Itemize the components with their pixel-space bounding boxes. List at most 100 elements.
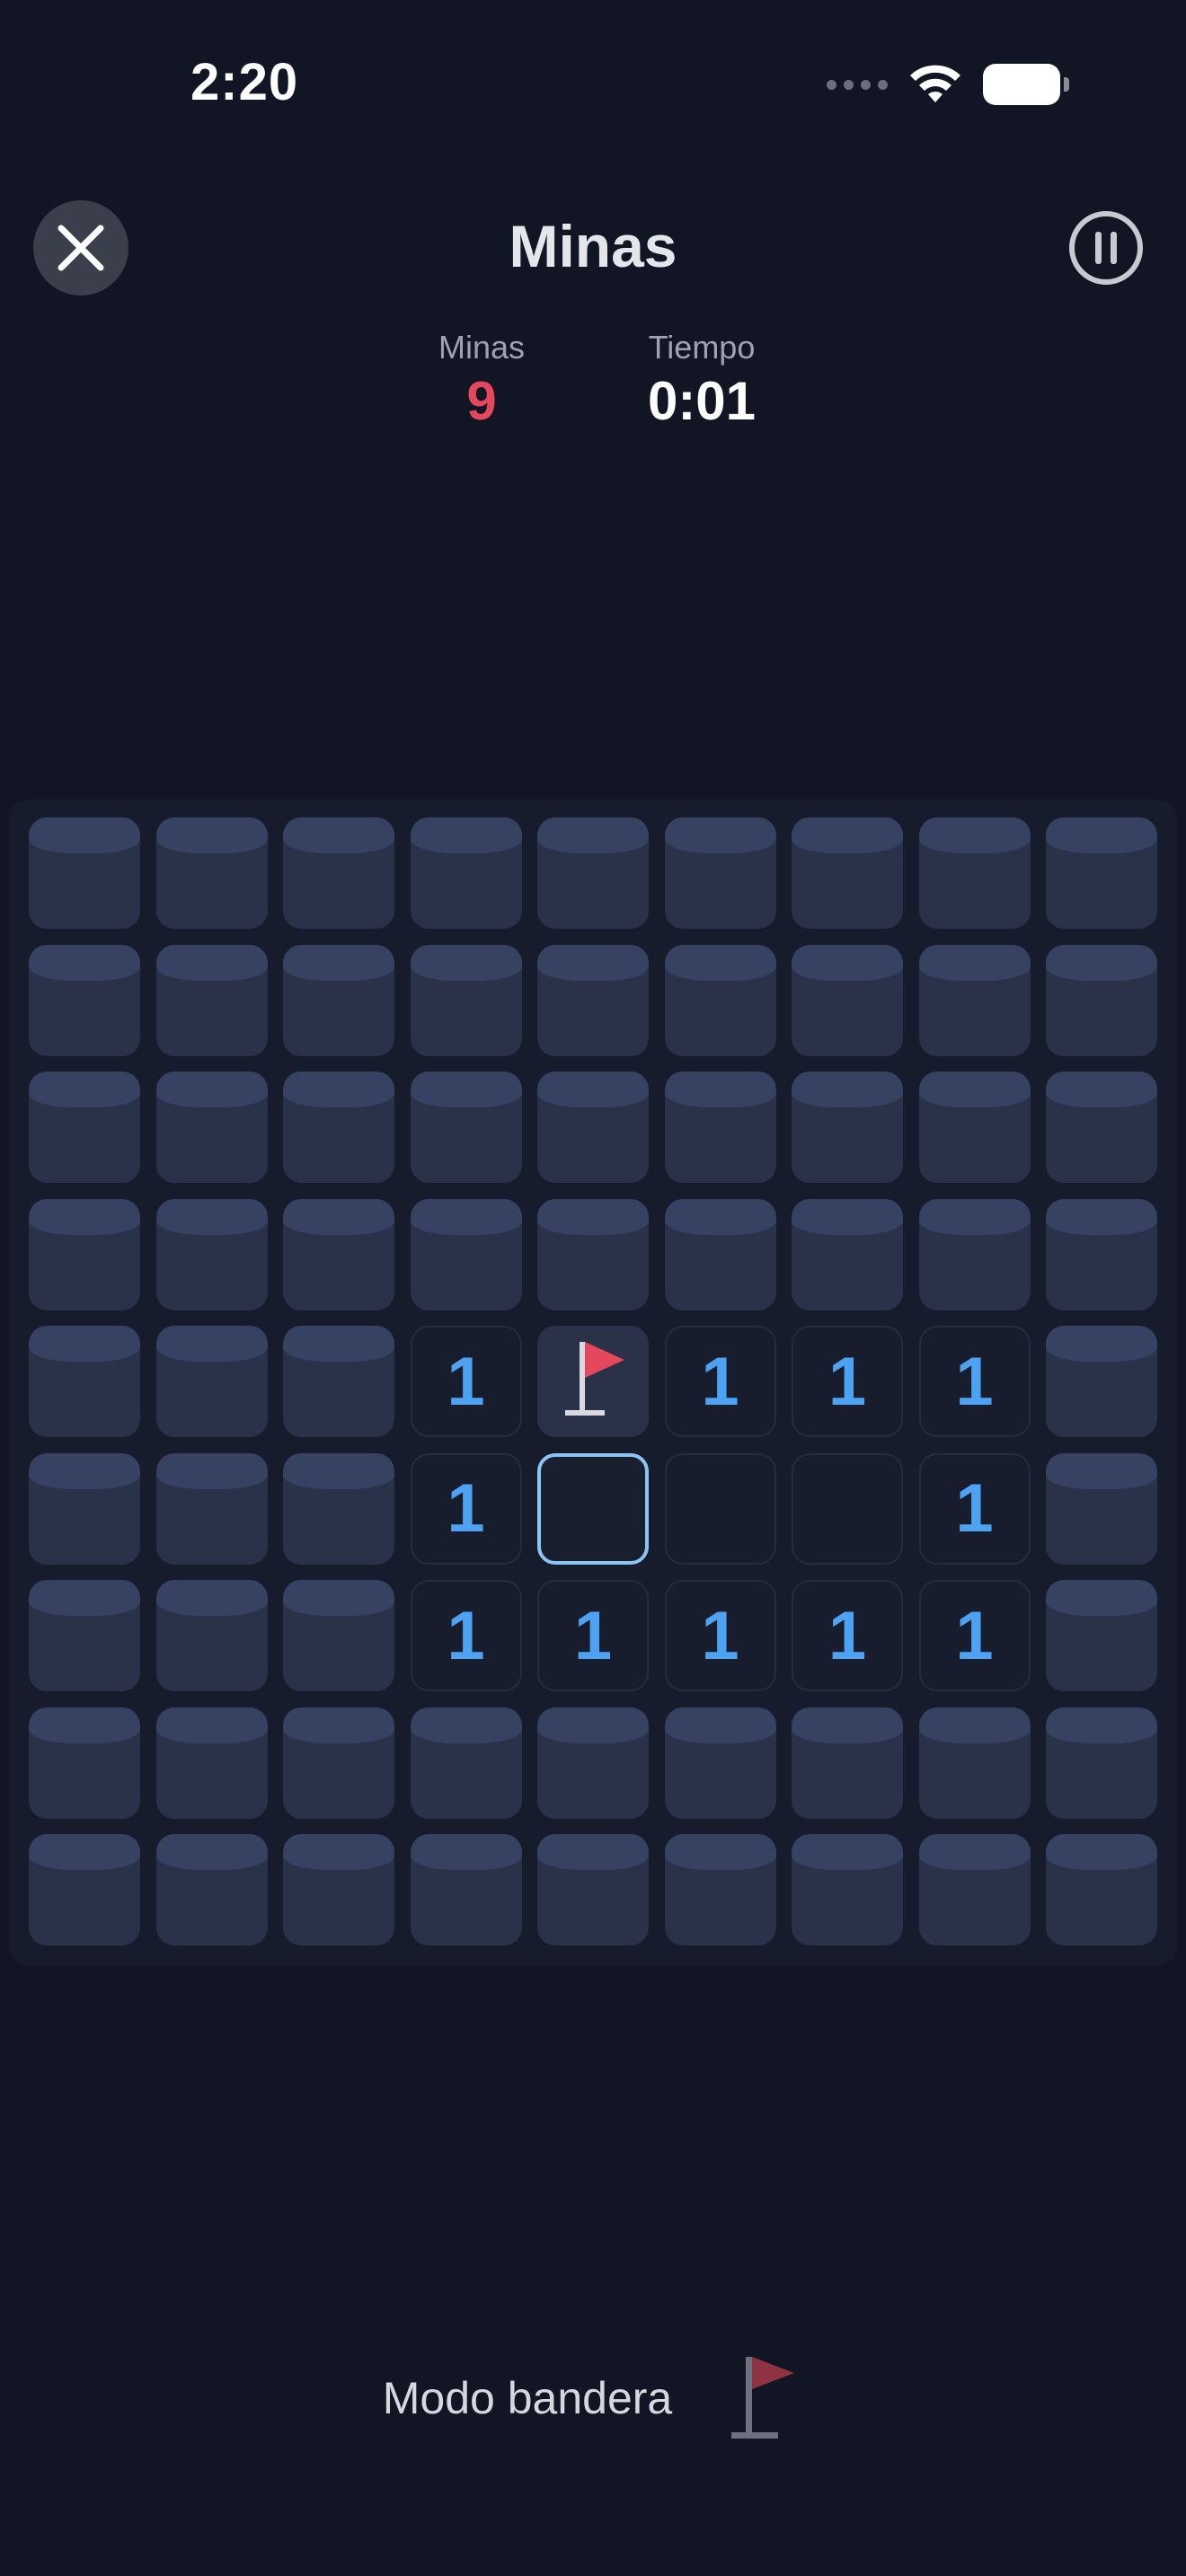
cell-hidden[interactable]	[155, 1072, 268, 1183]
cell-hidden[interactable]	[410, 944, 522, 1056]
cell-number-label: 1	[955, 1343, 994, 1420]
cell-hidden[interactable]	[155, 1326, 268, 1437]
cell-number-label: 1	[447, 1597, 485, 1674]
cell-hidden[interactable]	[410, 1707, 522, 1819]
cell-hidden[interactable]	[792, 1072, 903, 1183]
cell-number-label: 1	[701, 1343, 739, 1420]
cell-number[interactable]: 1	[537, 1580, 649, 1691]
cell-hidden[interactable]	[29, 1072, 140, 1183]
cell-hidden[interactable]	[29, 1452, 140, 1565]
cell-hidden[interactable]	[29, 944, 140, 1056]
cell-selected[interactable]	[537, 1452, 649, 1565]
cell-hidden[interactable]	[918, 1707, 1031, 1819]
cellular-signal-icon	[827, 79, 888, 90]
cell-hidden[interactable]	[410, 1072, 522, 1183]
cell-hidden[interactable]	[410, 1198, 522, 1310]
cell-empty[interactable]	[792, 1452, 903, 1565]
cell-hidden[interactable]	[537, 1072, 649, 1183]
mines-value: 9	[466, 371, 497, 431]
cell-hidden[interactable]	[29, 1198, 140, 1310]
cell-hidden[interactable]	[1046, 944, 1157, 1056]
time-value: 0:01	[647, 371, 757, 431]
cell-hidden[interactable]	[1046, 1326, 1157, 1437]
cell-empty[interactable]	[664, 1452, 776, 1565]
cell-hidden[interactable]	[664, 1072, 776, 1183]
cell-hidden[interactable]	[283, 1198, 394, 1310]
cell-number-label: 1	[447, 1470, 485, 1547]
cell-hidden[interactable]	[537, 817, 649, 929]
cell-hidden[interactable]	[918, 1198, 1031, 1310]
cell-flagged[interactable]	[537, 1326, 649, 1437]
cell-hidden[interactable]	[410, 1834, 522, 1945]
cell-hidden[interactable]	[29, 817, 140, 929]
cell-hidden[interactable]	[918, 817, 1031, 929]
cell-hidden[interactable]	[792, 944, 903, 1056]
cell-number[interactable]: 1	[410, 1452, 522, 1565]
minesweeper-board: 1 1 1 1 1 1 1 1 1 1 1	[9, 799, 1177, 1965]
cell-hidden[interactable]	[410, 817, 522, 929]
cell-hidden[interactable]	[1046, 1198, 1157, 1310]
cell-hidden[interactable]	[155, 1452, 268, 1565]
cell-number[interactable]: 1	[918, 1580, 1031, 1691]
cell-number[interactable]: 1	[664, 1326, 776, 1437]
cell-hidden[interactable]	[537, 944, 649, 1056]
cell-hidden[interactable]	[664, 944, 776, 1056]
cell-hidden[interactable]	[1046, 1834, 1157, 1945]
battery-icon	[983, 64, 1069, 105]
cell-hidden[interactable]	[29, 1707, 140, 1819]
cell-number[interactable]: 1	[664, 1580, 776, 1691]
cell-hidden[interactable]	[283, 1326, 394, 1437]
cell-hidden[interactable]	[155, 1198, 268, 1310]
cell-hidden[interactable]	[29, 1326, 140, 1437]
cell-hidden[interactable]	[155, 1580, 268, 1691]
cell-hidden[interactable]	[155, 1834, 268, 1945]
cell-hidden[interactable]	[155, 1707, 268, 1819]
cell-hidden[interactable]	[283, 1707, 394, 1819]
cell-hidden[interactable]	[792, 1198, 903, 1310]
cell-hidden[interactable]	[283, 817, 394, 929]
cell-hidden[interactable]	[918, 944, 1031, 1056]
cell-number[interactable]: 1	[792, 1580, 903, 1691]
cell-hidden[interactable]	[664, 1198, 776, 1310]
cell-number[interactable]: 1	[918, 1452, 1031, 1565]
flag-icon[interactable]	[722, 2353, 803, 2443]
cell-hidden[interactable]	[29, 1580, 140, 1691]
cell-hidden[interactable]	[1046, 1072, 1157, 1183]
cell-hidden[interactable]	[918, 1072, 1031, 1183]
cell-number-label: 1	[447, 1343, 485, 1420]
mines-counter: Minas 9	[431, 329, 532, 432]
cell-hidden[interactable]	[283, 944, 394, 1056]
cell-hidden[interactable]	[1046, 1580, 1157, 1691]
flag-mode-toggle[interactable]: Modo bandera	[0, 2353, 1186, 2443]
cell-hidden[interactable]	[1046, 817, 1157, 929]
cell-number-label: 1	[955, 1470, 994, 1547]
cell-hidden[interactable]	[283, 1072, 394, 1183]
cell-hidden[interactable]	[664, 817, 776, 929]
cell-hidden[interactable]	[283, 1452, 394, 1565]
cell-hidden[interactable]	[792, 1834, 903, 1945]
flag-mode-label: Modo bandera	[382, 2373, 673, 2423]
cell-hidden[interactable]	[1046, 1452, 1157, 1565]
cell-number[interactable]: 1	[410, 1580, 522, 1691]
cell-hidden[interactable]	[792, 1707, 903, 1819]
cell-hidden[interactable]	[537, 1834, 649, 1945]
status-icons	[827, 63, 1069, 106]
cell-number[interactable]: 1	[792, 1326, 903, 1437]
cell-hidden[interactable]	[664, 1834, 776, 1945]
cell-hidden[interactable]	[29, 1834, 140, 1945]
cell-hidden[interactable]	[283, 1834, 394, 1945]
cell-number[interactable]: 1	[410, 1326, 522, 1437]
cell-hidden[interactable]	[918, 1834, 1031, 1945]
cell-hidden[interactable]	[1046, 1707, 1157, 1819]
cell-hidden[interactable]	[155, 944, 268, 1056]
cell-hidden[interactable]	[283, 1580, 394, 1691]
pause-button[interactable]	[1067, 209, 1145, 287]
cell-hidden[interactable]	[537, 1198, 649, 1310]
cell-number-label: 1	[573, 1597, 613, 1674]
cell-hidden[interactable]	[155, 817, 268, 929]
cell-hidden[interactable]	[792, 817, 903, 929]
cell-number-label: 1	[701, 1597, 739, 1674]
cell-hidden[interactable]	[537, 1707, 649, 1819]
cell-number[interactable]: 1	[918, 1326, 1031, 1437]
cell-hidden[interactable]	[664, 1707, 776, 1819]
